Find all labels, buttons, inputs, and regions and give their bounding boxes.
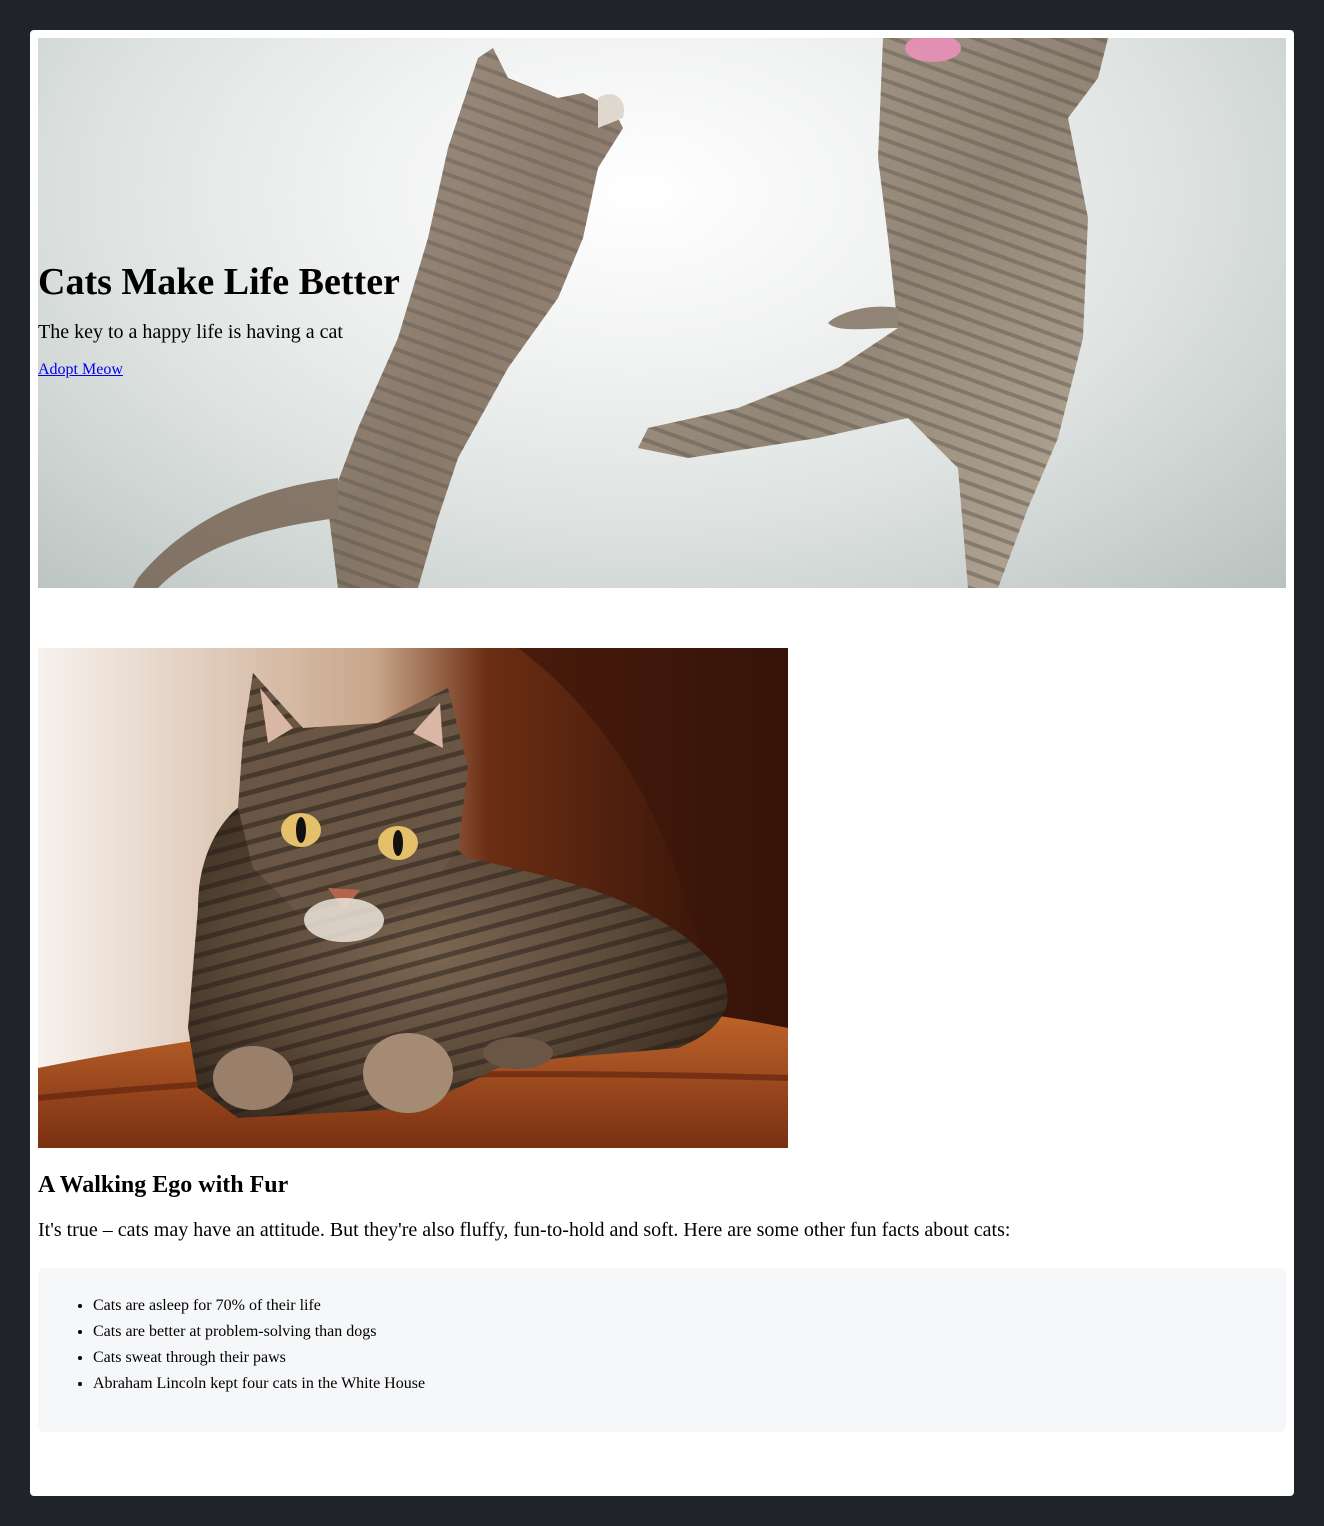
list-item: Cats are asleep for 70% of their life — [93, 1293, 425, 1319]
tabby-cat-photo — [38, 648, 788, 1148]
page-card: Cats Make Life Better The key to a happy… — [30, 30, 1294, 1496]
adopt-meow-link[interactable]: Adopt Meow — [38, 360, 123, 380]
list-item: Cats are better at problem-solving than … — [93, 1319, 425, 1345]
hero-title: Cats Make Life Better — [38, 261, 400, 303]
section-intro: It's true – cats may have an attitude. B… — [38, 1219, 1011, 1241]
hero-content: Cats Make Life Better The key to a happy… — [38, 260, 400, 380]
fun-facts-box: Cats are asleep for 70% of their life Ca… — [38, 1268, 1286, 1432]
list-item: Cats sweat through their paws — [93, 1345, 425, 1371]
hero-subtitle: The key to a happy life is having a cat — [38, 321, 343, 343]
fun-facts-list: Cats are asleep for 70% of their life Ca… — [93, 1293, 425, 1397]
hero-banner: Cats Make Life Better The key to a happy… — [38, 38, 1286, 588]
list-item: Abraham Lincoln kept four cats in the Wh… — [93, 1371, 425, 1397]
section-heading: A Walking Ego with Fur — [38, 1172, 289, 1198]
